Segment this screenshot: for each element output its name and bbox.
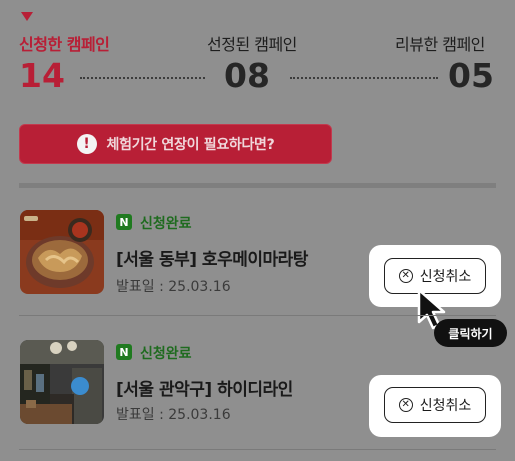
applied-count: 14 [19,56,65,95]
list-divider [19,315,496,316]
restaurant-interior-image [20,340,104,424]
naver-badge-icon: N [116,344,132,360]
dotted-separator [80,77,205,79]
extension-info-label: 체험기간 연장이 필요하다면? [106,137,275,153]
list-divider [19,449,496,450]
announcement-date: 발표일 : 25.03.16 [116,407,231,423]
campaign-title[interactable]: [서울 관악구] 하이디라인 [116,375,293,400]
campaign-thumbnail[interactable] [20,210,104,294]
campaign-status: 신청완료 [140,216,192,232]
malatang-food-image [20,210,104,294]
tooltip-label: 클릭하기 [448,326,493,341]
section-divider [19,183,496,188]
cancel-application-button[interactable]: ✕ 신청취소 [384,387,486,423]
announcement-date: 발표일 : 25.03.16 [116,279,231,295]
extension-info-button[interactable]: ! 체험기간 연장이 필요하다면? [19,124,332,164]
reviewed-count: 05 [448,56,494,95]
naver-badge-icon: N [116,214,132,230]
campaign-title[interactable]: [서울 동부] 호우메이마라탕 [116,245,308,270]
dotted-separator [290,77,438,79]
active-indicator-triangle [21,12,33,21]
campaign-status: 신청완료 [140,346,192,362]
click-tooltip: 클릭하기 [434,319,507,347]
campaign-thumbnail[interactable] [20,340,104,424]
tab-selected-campaigns[interactable]: 선정된 캠페인 [207,31,297,55]
exclamation-icon: ! [76,134,97,154]
cancel-button-label: 신청취소 [419,269,472,285]
cancel-button-label: 신청취소 [419,398,472,414]
close-circle-icon: ✕ [398,398,413,412]
selected-count: 08 [224,56,270,95]
tab-applied-campaigns[interactable]: 신청한 캠페인 [19,31,110,55]
tab-reviewed-campaigns[interactable]: 리뷰한 캠페인 [395,31,485,55]
close-circle-icon: ✕ [398,269,413,283]
